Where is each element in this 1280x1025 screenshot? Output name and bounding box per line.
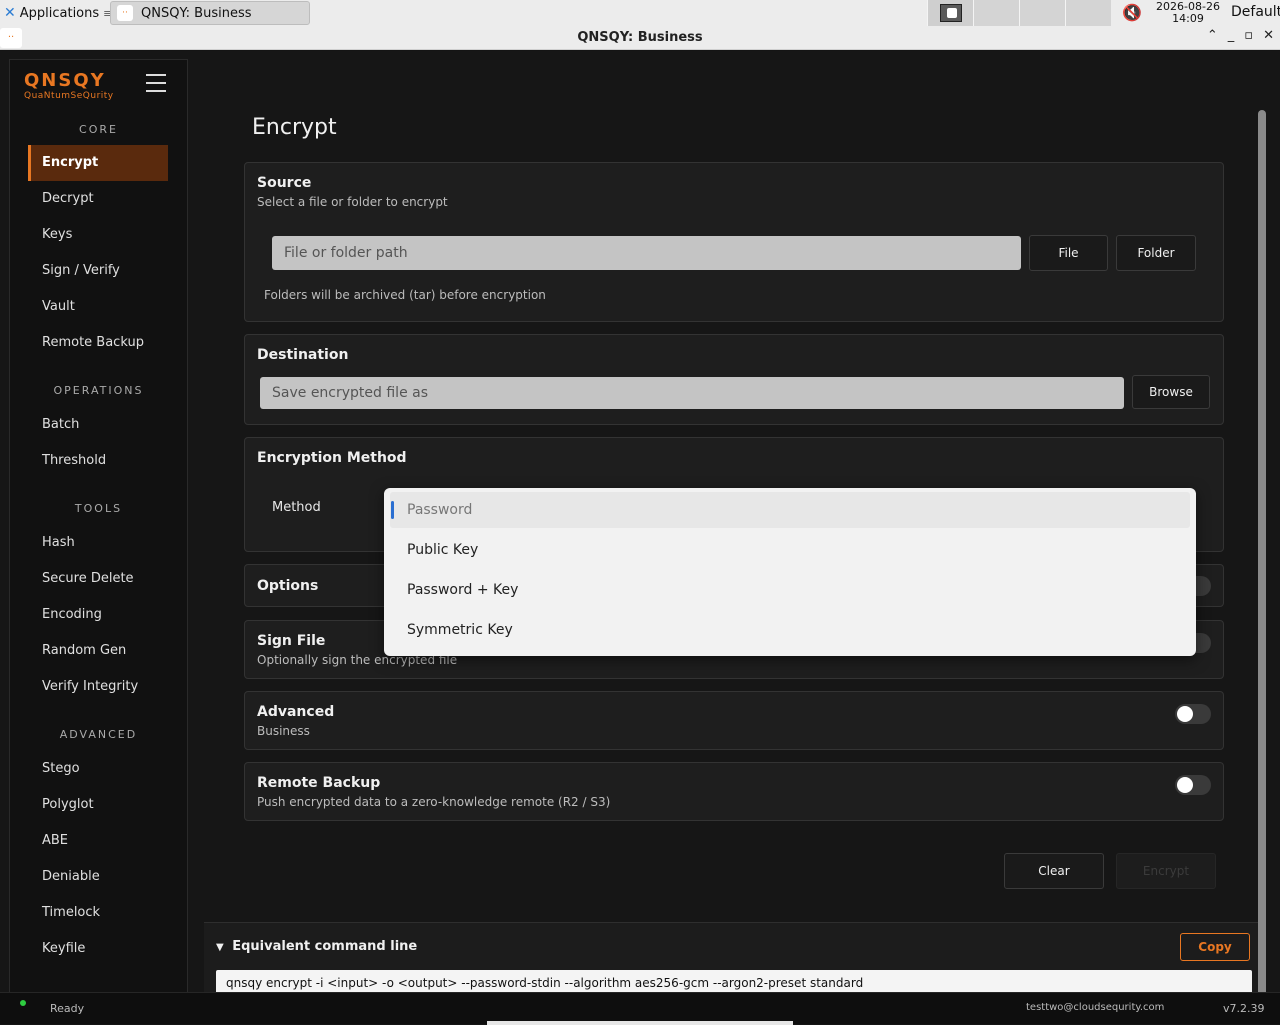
command-line-heading: Equivalent command line (232, 939, 418, 954)
collapse-icon[interactable]: ⌃ (1207, 28, 1218, 43)
source-path-input[interactable]: File or folder path (272, 236, 1021, 270)
destination-title: Destination (257, 347, 349, 363)
sidebar-item-encrypt[interactable]: Encrypt (28, 145, 168, 181)
source-title: Source (257, 175, 312, 191)
workspace-preview-icon (940, 4, 962, 22)
sidebar-item-decrypt[interactable]: Decrypt (28, 181, 168, 217)
section-operations: OPERATIONS (53, 384, 144, 397)
method-option-symmetric-key[interactable]: Symmetric Key (390, 612, 1190, 648)
status-text: Ready (50, 1002, 85, 1015)
method-option-password[interactable]: Password (390, 492, 1190, 528)
clock[interactable]: 2026-08-26 14:09 (1156, 1, 1220, 25)
source-card: Source Select a file or folder to encryp… (244, 162, 1224, 322)
sidebar-item-polyglot[interactable]: Polyglot (28, 787, 168, 823)
app-icon: ·· (117, 5, 133, 21)
destination-card: Destination Save encrypted file as Brows… (244, 334, 1224, 425)
method-option-public-key[interactable]: Public Key (390, 532, 1190, 568)
status-bar: Ready testtwo@cloudsequrity.com v7.2.39 (0, 992, 1280, 1025)
folder-button[interactable]: Folder (1116, 235, 1196, 271)
window-title: QNSQY: Business (577, 30, 703, 45)
sidebar-item-keyfile[interactable]: Keyfile (28, 931, 168, 967)
source-subtitle: Select a file or folder to encrypt (257, 195, 448, 209)
clear-button[interactable]: Clear (1004, 853, 1104, 889)
sidebar-item-secure-delete[interactable]: Secure Delete (28, 561, 168, 597)
section-advanced: ADVANCED (59, 728, 138, 741)
workspace-2[interactable] (973, 0, 1019, 26)
advanced-card: Advanced Business (244, 691, 1224, 750)
section-tools: TOOLS (74, 502, 123, 515)
workspace-1[interactable] (927, 0, 973, 26)
sidebar-item-verify-integrity[interactable]: Verify Integrity (28, 669, 168, 705)
xfce-logo-icon: ✕ (4, 5, 16, 21)
encryption-method-title: Encryption Method (257, 450, 407, 466)
sidebar-item-deniable[interactable]: Deniable (28, 859, 168, 895)
sidebar-item-random-gen[interactable]: Random Gen (28, 633, 168, 669)
volume-muted-icon[interactable]: 🔇 (1122, 3, 1142, 22)
advanced-subtitle: Business (257, 724, 310, 738)
sidebar-item-encoding[interactable]: Encoding (28, 597, 168, 633)
advanced-toggle[interactable] (1175, 704, 1211, 724)
command-line-panel: ▼ Equivalent command line Copy qnsqy enc… (204, 922, 1258, 994)
command-line-text[interactable]: qnsqy encrypt -i <input> -o <output> --p… (216, 970, 1252, 994)
close-icon[interactable]: ✕ (1263, 28, 1274, 43)
sidebar-item-timelock[interactable]: Timelock (28, 895, 168, 931)
advanced-title: Advanced (257, 704, 335, 720)
main-scrollbar[interactable] (1258, 110, 1266, 1012)
logo-wordmark: QNSQY (24, 70, 106, 91)
workspace-4[interactable] (1065, 0, 1111, 26)
sidebar-item-vault[interactable]: Vault (28, 289, 168, 325)
remote-backup-toggle[interactable] (1175, 775, 1211, 795)
page-title: Encrypt (252, 115, 337, 140)
sidebar-item-keys[interactable]: Keys (28, 217, 168, 253)
disclosure-triangle-icon: ▼ (216, 942, 224, 953)
session-user[interactable]: Default (1231, 4, 1280, 20)
clock-time: 14:09 (1172, 12, 1204, 25)
file-button[interactable]: File (1029, 235, 1108, 271)
browse-button[interactable]: Browse (1132, 375, 1210, 409)
minimize-icon[interactable]: _ (1228, 28, 1235, 43)
sidebar-item-hash[interactable]: Hash (28, 525, 168, 561)
window-titlebar: ·· QNSQY: Business ⌃ _ ▫ ✕ (0, 26, 1280, 50)
brand-logo: QNSQY QuaNtumSeQurity (24, 70, 114, 101)
source-hint: Folders will be archived (tar) before en… (264, 288, 546, 302)
applications-label: Applications (19, 5, 100, 21)
taskbar-window-label: QNSQY: Business (141, 5, 252, 21)
status-version: v7.2.39 (1223, 1002, 1265, 1015)
sidebar-item-remote-backup[interactable]: Remote Backup (28, 325, 168, 361)
method-dropdown-menu: Password Public Key Password + Key Symme… (384, 488, 1196, 656)
sidebar-item-threshold[interactable]: Threshold (28, 443, 168, 479)
remote-backup-title: Remote Backup (257, 775, 381, 791)
applications-menu[interactable]: ✕ Applications ≡ (0, 0, 116, 26)
maximize-icon[interactable]: ▫ (1244, 28, 1253, 43)
sidebar-item-batch[interactable]: Batch (28, 407, 168, 443)
copy-button[interactable]: Copy (1180, 933, 1250, 961)
status-progress-bar (487, 1021, 793, 1025)
status-ok-icon (20, 1000, 26, 1006)
encrypt-button[interactable]: Encrypt (1116, 853, 1216, 889)
sidebar: QNSQY QuaNtumSeQurity CORE Encrypt Decry… (9, 59, 188, 992)
method-option-password-key[interactable]: Password + Key (390, 572, 1190, 608)
section-core: CORE (79, 123, 118, 136)
sign-file-title: Sign File (257, 633, 326, 649)
command-line-toggle[interactable]: ▼ Equivalent command line (216, 939, 417, 954)
logo-tagline: QuaNtumSeQurity (24, 91, 114, 101)
hamburger-menu-icon[interactable] (146, 74, 166, 98)
destination-path-input[interactable]: Save encrypted file as (260, 377, 1124, 409)
sidebar-item-stego[interactable]: Stego (28, 751, 168, 787)
workspace-3[interactable] (1019, 0, 1065, 26)
sidebar-item-abe[interactable]: ABE (28, 823, 168, 859)
sidebar-item-sign-verify[interactable]: Sign / Verify (28, 253, 168, 289)
status-user: testtwo@cloudsequrity.com (1026, 1002, 1165, 1013)
method-label: Method (272, 500, 321, 515)
remote-backup-subtitle: Push encrypted data to a zero-knowledge … (257, 795, 611, 809)
remote-backup-card: Remote Backup Push encrypted data to a z… (244, 762, 1224, 821)
taskbar-window-button[interactable]: ·· QNSQY: Business (110, 1, 310, 25)
desktop-taskbar: ✕ Applications ≡ ·· QNSQY: Business 🔇 20… (0, 0, 1280, 26)
options-title: Options (257, 578, 319, 594)
